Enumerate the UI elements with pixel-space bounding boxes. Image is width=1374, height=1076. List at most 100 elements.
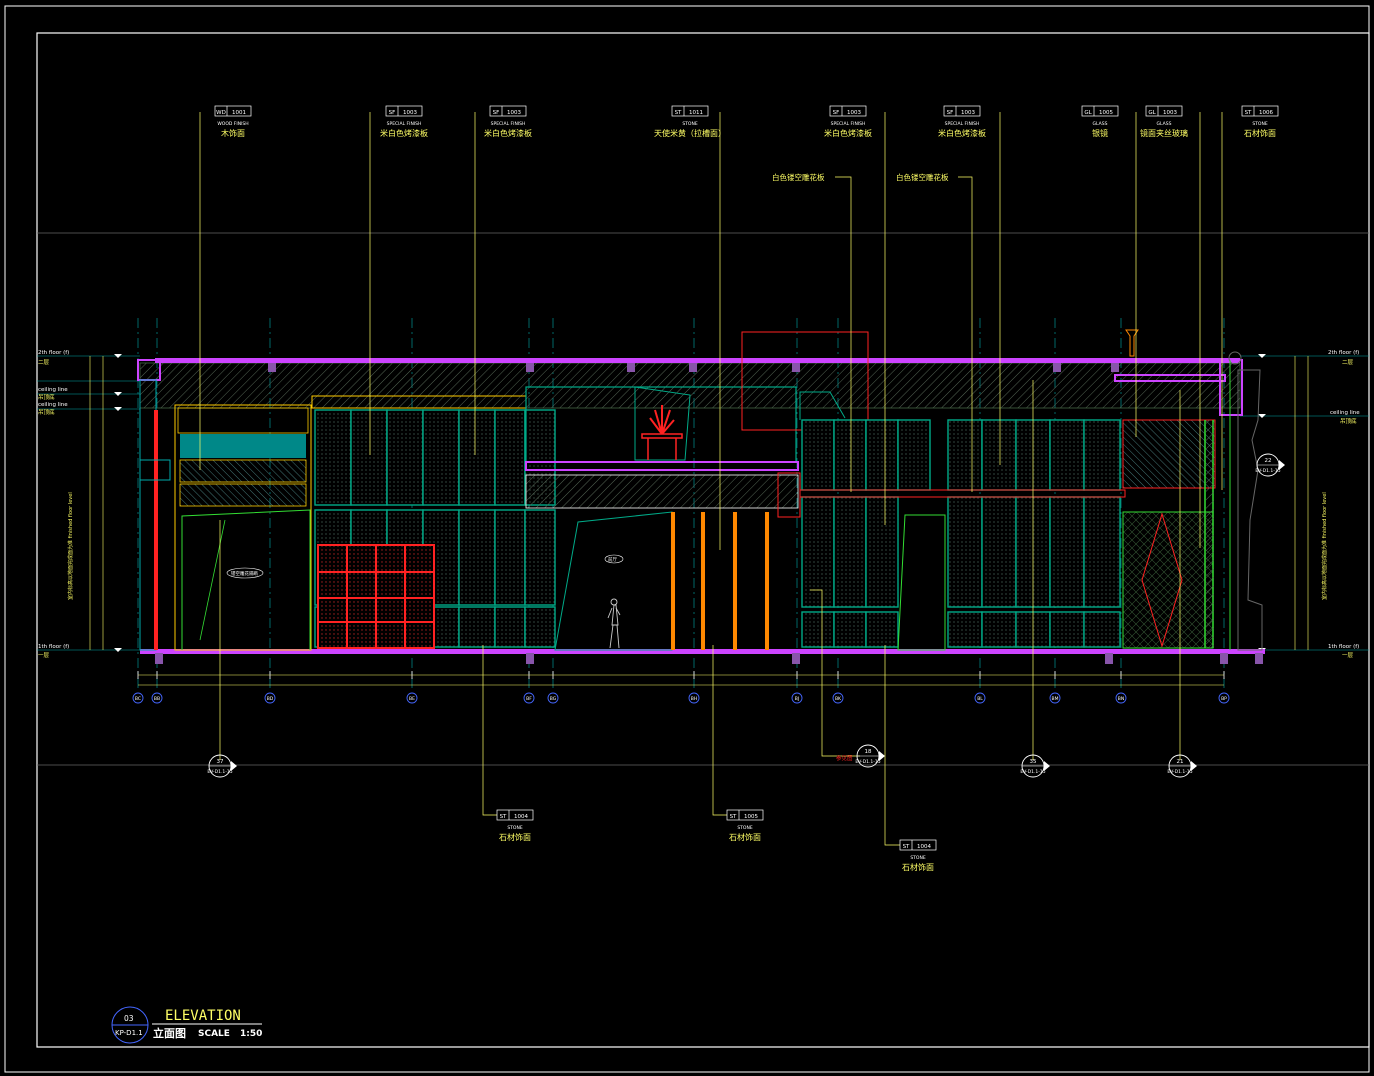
section-marker: 37 EV-D1.1-15	[207, 754, 237, 778]
grid-bubble: BP	[1218, 692, 1230, 704]
right-stair-column	[1206, 420, 1214, 648]
tag-code: ST	[730, 814, 737, 820]
material-tag: ST 1004 STONE石材饰面	[496, 809, 534, 842]
tag-code: SF	[389, 110, 396, 116]
grid-bubble: BB	[151, 692, 163, 704]
tag-description: 米白色烤漆板	[824, 128, 872, 138]
plant-on-table	[641, 405, 683, 460]
material-tag: ST 1011 STONE天使米黄（拉槽面）	[654, 105, 726, 138]
tag-description: 米白色烤漆板	[484, 128, 532, 138]
title-en: ELEVATION	[165, 1008, 241, 1024]
tag-number: 1003	[403, 110, 417, 116]
tag-number: 1005	[1099, 110, 1113, 116]
grid-bubble: BM	[1049, 692, 1061, 704]
grid-label: BF	[526, 696, 532, 702]
tag-code: ST	[675, 110, 682, 116]
section-reference: EV-D1.1-15	[855, 759, 880, 765]
level-left-label: 2th floor (f)	[38, 350, 69, 356]
left-red-post	[154, 410, 158, 650]
bay1-teal-panel	[180, 434, 306, 458]
grid-bubble: BG	[547, 692, 559, 704]
tag-description: 石材饰面	[902, 862, 934, 872]
grid-label: BL	[977, 696, 983, 702]
bay1-slats-2	[179, 483, 307, 507]
tag-subtitle: STONE	[1252, 121, 1268, 127]
tag-number: 1004	[917, 844, 931, 850]
section-number: 35	[1030, 759, 1037, 765]
grid-bubble: BD	[264, 692, 276, 704]
tag-number: 1011	[689, 110, 703, 116]
level-right-cn: 二层	[1342, 359, 1354, 366]
grid-bubble: BC	[132, 692, 144, 704]
level-right-label: 1th floor (f)	[1328, 644, 1359, 650]
title-scale: 1:50	[240, 1029, 262, 1039]
grid-label: BG	[550, 696, 557, 702]
material-tags-bottom: ST 1004STONE石材饰面ST 1005STONE石材饰面ST 1004STON…	[496, 809, 937, 872]
tag-subtitle: WOOD FINISH	[217, 121, 248, 127]
tag-number: 1001	[232, 110, 246, 116]
tag-description: 天使米黄（拉槽面）	[654, 128, 726, 138]
tag-number: 1003	[961, 110, 975, 116]
level-left-label: 1th floor (f)	[38, 644, 69, 650]
tag-subtitle: SPECIAL FINISH	[945, 121, 980, 127]
level-left-cn: 吊顶底	[38, 393, 55, 401]
tag-number: 1004	[514, 814, 528, 820]
tag-code: WD	[216, 110, 226, 116]
section-number: 18	[865, 749, 872, 755]
tag-description: 镜面夹丝玻璃	[1140, 128, 1188, 138]
tag-description: 木饰面	[221, 128, 245, 138]
material-tag: GL 1003 GLASS镜面夹丝玻璃	[1140, 105, 1188, 138]
material-tag: GL 1005 GLASS银镜	[1081, 105, 1119, 138]
bay1-slats-1	[179, 459, 307, 483]
human-figure	[607, 598, 621, 649]
tag-code: GL	[1084, 110, 1092, 116]
section-note: 参见图	[836, 754, 853, 762]
grid-label: BN	[1118, 696, 1124, 702]
tag-code: ST	[500, 814, 507, 820]
tag-description: 米白色烤漆板	[938, 128, 986, 138]
elevation-drawing: 室内标高以地面完成面为准 finished floor level 室内标高以地…	[4, 5, 1370, 1073]
section-marker: 21 EV-D1.1-15	[1167, 754, 1197, 778]
tag-description: 石材饰面	[1244, 128, 1276, 138]
grid-label: BC	[135, 696, 141, 702]
tag-description: 米白色烤漆板	[380, 128, 428, 138]
grid-label: BH	[691, 696, 697, 702]
doorway-right	[897, 514, 946, 651]
bay1-arch-line	[199, 519, 226, 641]
cabinet-rail	[799, 489, 1126, 498]
material-tag: SF 1003 SPECIAL FINISH米白色烤漆板	[380, 105, 428, 138]
vertical-note-right: 室内标高以地面完成面为准 finished floor level	[1321, 492, 1328, 600]
section-reference: EV-D1.1-15	[1167, 769, 1192, 775]
section-number: 21	[1177, 759, 1184, 765]
grid-bubble: BJ	[791, 692, 803, 704]
grid-bubble: BN	[1115, 692, 1127, 704]
title-scale-label: SCALE	[198, 1029, 230, 1039]
grid-label: BD	[267, 696, 274, 702]
section-marker: 22 EV-D1.1-15	[1255, 453, 1285, 477]
section-marker: 35 EV-D1.1-15	[1020, 754, 1050, 778]
section-reference: EV-D1.1-15	[1020, 769, 1045, 775]
tag-subtitle: STONE	[737, 825, 753, 831]
tag-number: 1006	[1259, 110, 1273, 116]
tag-description: 石材饰面	[499, 832, 531, 842]
material-tag: WD 1001 WOOD FINISH木饰面	[214, 105, 252, 138]
mirror-panel	[1122, 419, 1216, 489]
tag-number: 1005	[744, 814, 758, 820]
level-left-cn: 一层	[38, 652, 50, 659]
level-left-cn: 二层	[38, 359, 50, 366]
tag-subtitle: GLASS	[1093, 121, 1108, 127]
tag-subtitle: SPECIAL FINISH	[491, 121, 526, 127]
cabinet-bank-2	[801, 419, 1121, 648]
section-reference: EV-D1.1-15	[1255, 468, 1280, 474]
material-tag: ST 1004 STONE石材饰面	[899, 839, 937, 872]
grid-label: BK	[835, 696, 842, 702]
tag-subtitle: GLASS	[1157, 121, 1172, 127]
room-label: 前厅	[608, 556, 617, 563]
tag-subtitle: SPECIAL FINISH	[387, 121, 422, 127]
grid-bubble: BH	[688, 692, 700, 704]
bay1-doorway	[181, 509, 311, 650]
grid-label: BJ	[795, 696, 799, 702]
title-circle-top: 03	[124, 1014, 134, 1023]
section-marker: 18 EV-D1.1-15	[855, 744, 885, 768]
level-right-cn: 一层	[1342, 652, 1354, 659]
